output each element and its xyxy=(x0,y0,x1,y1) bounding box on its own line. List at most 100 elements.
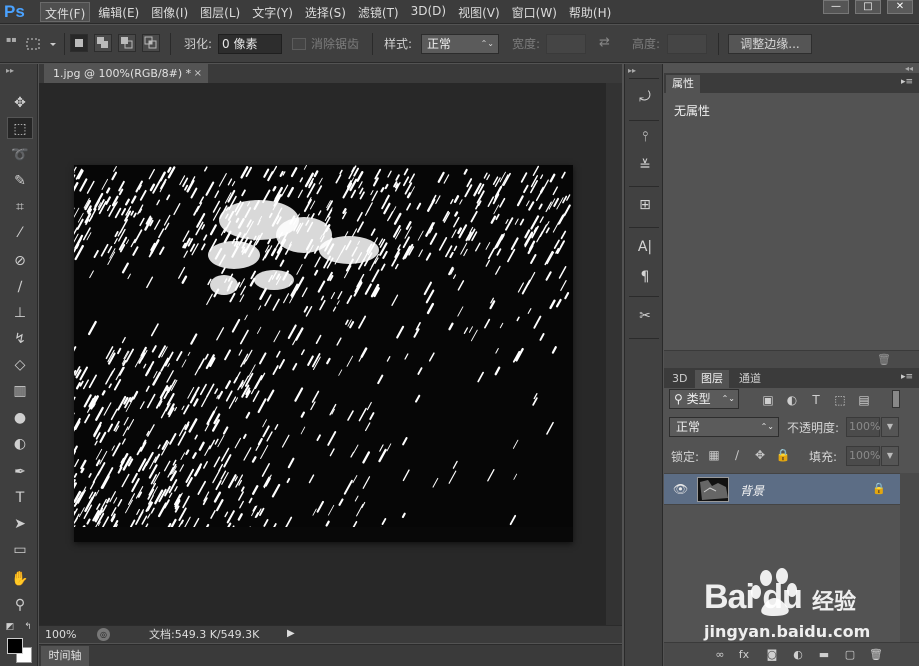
menu-select[interactable]: 选择(S) xyxy=(301,2,350,22)
rectangle-tool-icon[interactable]: ▭ xyxy=(7,539,33,561)
layer-filter-select[interactable]: ⚲ 类型 ⌃⌄ xyxy=(669,389,739,409)
tab-3d[interactable]: 3D xyxy=(666,370,693,388)
menu-filter[interactable]: 滤镜(T) xyxy=(354,2,403,22)
close-tab-icon[interactable]: × xyxy=(194,64,202,83)
document-image[interactable] xyxy=(74,165,573,542)
menu-file[interactable]: 文件(F) xyxy=(40,2,91,22)
clone-source-panel-icon[interactable]: ⊞ xyxy=(633,194,657,216)
opacity-dropdown-icon[interactable]: ▼ xyxy=(881,417,899,437)
refine-edge-button[interactable]: 调整边缘... xyxy=(728,34,812,54)
timeline-tab[interactable]: 时间轴 xyxy=(41,646,89,666)
character-panel-icon[interactable]: A| xyxy=(633,236,657,258)
toolbar-grip-icon[interactable]: ▸▸ xyxy=(6,66,14,75)
history-panel-icon[interactable]: ⤾ xyxy=(633,86,657,108)
antialias-checkbox[interactable] xyxy=(292,38,306,50)
canvas-vertical-scrollbar[interactable] xyxy=(606,83,622,625)
tab-channels[interactable]: 通道 xyxy=(733,370,767,388)
eraser-tool-icon[interactable]: ◇ xyxy=(7,354,33,376)
filter-type-icon[interactable]: T xyxy=(808,392,824,408)
hand-tool-icon[interactable]: ✋ xyxy=(7,568,33,590)
layer-lock-icon: 🔒 xyxy=(872,482,886,495)
feather-input[interactable]: 0 像素 xyxy=(218,34,282,54)
menu-image[interactable]: 图像(I) xyxy=(147,2,192,22)
minimize-button[interactable]: — xyxy=(823,0,849,14)
menu-edit[interactable]: 编辑(E) xyxy=(94,2,143,22)
menu-window[interactable]: 窗口(W) xyxy=(508,2,561,22)
subtract-selection-button[interactable] xyxy=(118,34,136,52)
tab-properties[interactable]: 属性 xyxy=(666,75,700,93)
menu-3d[interactable]: 3D(D) xyxy=(407,2,450,22)
marquee-tool-icon[interactable]: ⬚ xyxy=(7,117,33,139)
icon-column-grip-icon[interactable]: ▸▸ xyxy=(628,66,636,75)
healing-brush-tool-icon[interactable]: ⊘ xyxy=(7,250,33,272)
menu-help[interactable]: 帮助(H) xyxy=(565,2,615,22)
gradient-tool-icon[interactable]: ▥ xyxy=(7,380,33,402)
close-button[interactable]: ✕ xyxy=(887,0,913,14)
move-tool-icon[interactable]: ✥ xyxy=(7,92,33,114)
path-select-tool-icon[interactable]: ➤ xyxy=(7,513,33,535)
filter-toggle[interactable] xyxy=(892,390,900,408)
status-info-icon[interactable]: ◎ xyxy=(97,628,110,641)
default-colors-icon[interactable]: ◩ xyxy=(4,616,16,638)
lock-image-icon[interactable]: ∕ xyxy=(729,447,745,463)
eye-icon[interactable]: 👁 xyxy=(673,482,688,496)
layer-row[interactable]: 👁 背景 🔒 xyxy=(664,473,900,505)
tab-layers[interactable]: 图层 xyxy=(695,370,729,388)
add-selection-button[interactable] xyxy=(94,34,112,52)
properties-menu-icon[interactable]: ▸≡ xyxy=(901,77,913,87)
crop-tool-icon[interactable]: ⌗ xyxy=(7,196,33,218)
clone-stamp-tool-icon[interactable]: ⊥ xyxy=(7,302,33,324)
filter-smart-object-icon[interactable]: ▤ xyxy=(856,392,872,408)
layers-menu-icon[interactable]: ▸≡ xyxy=(901,372,913,382)
fill-input[interactable]: 100% xyxy=(846,446,880,466)
style-select[interactable]: 正常 xyxy=(421,34,499,54)
menu-type[interactable]: 文字(Y) xyxy=(248,2,297,22)
filter-pixel-icon[interactable]: ▣ xyxy=(760,392,776,408)
panel-collapse-icon[interactable]: ◂◂ xyxy=(905,64,913,73)
lock-position-icon[interactable]: ✥ xyxy=(752,447,768,463)
brush-presets-panel-icon[interactable]: ⫯ xyxy=(633,126,657,148)
properties-panel-header: 属性 ▸≡ xyxy=(664,73,919,93)
adjustments-panel-icon[interactable]: ≚ xyxy=(633,155,657,177)
swap-colors-icon[interactable]: ↰ xyxy=(22,616,34,638)
height-input[interactable] xyxy=(667,34,707,54)
menu-view[interactable]: 视图(V) xyxy=(454,2,504,22)
eyedropper-tool-icon[interactable]: ⁄ xyxy=(7,222,33,244)
opacity-input[interactable]: 100% xyxy=(846,417,880,437)
status-menu-arrow-icon[interactable]: ▶ xyxy=(287,628,295,639)
paragraph-panel-icon[interactable]: ¶ xyxy=(633,266,657,288)
swap-dimensions-icon[interactable]: ⇄ xyxy=(599,35,610,55)
document-tab[interactable]: 1.jpg @ 100%(RGB/8#) * × xyxy=(44,64,208,83)
intersect-selection-button[interactable] xyxy=(142,34,160,52)
brush-tool-icon[interactable]: ∕ xyxy=(7,276,33,298)
marquee-preset-icon xyxy=(26,38,56,50)
no-properties-text: 无属性 xyxy=(674,104,711,118)
new-selection-button[interactable] xyxy=(70,34,88,52)
canvas-area[interactable] xyxy=(39,83,606,625)
properties-footer: 🗑 xyxy=(664,350,919,368)
menu-layer[interactable]: 图层(L) xyxy=(196,2,244,22)
zoom-level[interactable]: 100% xyxy=(45,626,76,644)
lasso-tool-icon[interactable]: ➰ xyxy=(7,144,33,166)
dodge-tool-icon[interactable]: ◐ xyxy=(7,433,33,455)
pen-tool-icon[interactable]: ✒ xyxy=(7,461,33,483)
blur-tool-icon[interactable]: ● xyxy=(7,407,33,429)
tool-presets-panel-icon[interactable]: ✂ xyxy=(633,305,657,327)
fill-dropdown-icon[interactable]: ▼ xyxy=(881,446,899,466)
foreground-color-swatch[interactable] xyxy=(7,638,23,654)
filter-shape-icon[interactable]: ⬚ xyxy=(832,392,848,408)
lock-transparent-icon[interactable]: ▦ xyxy=(706,447,722,463)
layer-thumbnail xyxy=(697,477,729,502)
layer-name[interactable]: 背景 xyxy=(740,482,764,499)
history-brush-tool-icon[interactable]: ↯ xyxy=(7,328,33,350)
lock-all-icon[interactable]: 🔒 xyxy=(775,447,791,463)
zoom-tool-icon[interactable]: ⚲ xyxy=(7,594,33,616)
maximize-button[interactable]: □ xyxy=(855,0,881,14)
blend-mode-select[interactable]: 正常 ⌃⌄ xyxy=(669,417,779,437)
quick-select-tool-icon[interactable]: ✎ xyxy=(7,170,33,192)
properties-trash-icon[interactable]: 🗑 xyxy=(877,353,891,366)
filter-adjustment-icon[interactable]: ◐ xyxy=(784,392,800,408)
width-input[interactable] xyxy=(546,34,586,54)
tool-preset-picker[interactable] xyxy=(24,34,58,54)
type-tool-icon[interactable]: T xyxy=(7,487,33,509)
